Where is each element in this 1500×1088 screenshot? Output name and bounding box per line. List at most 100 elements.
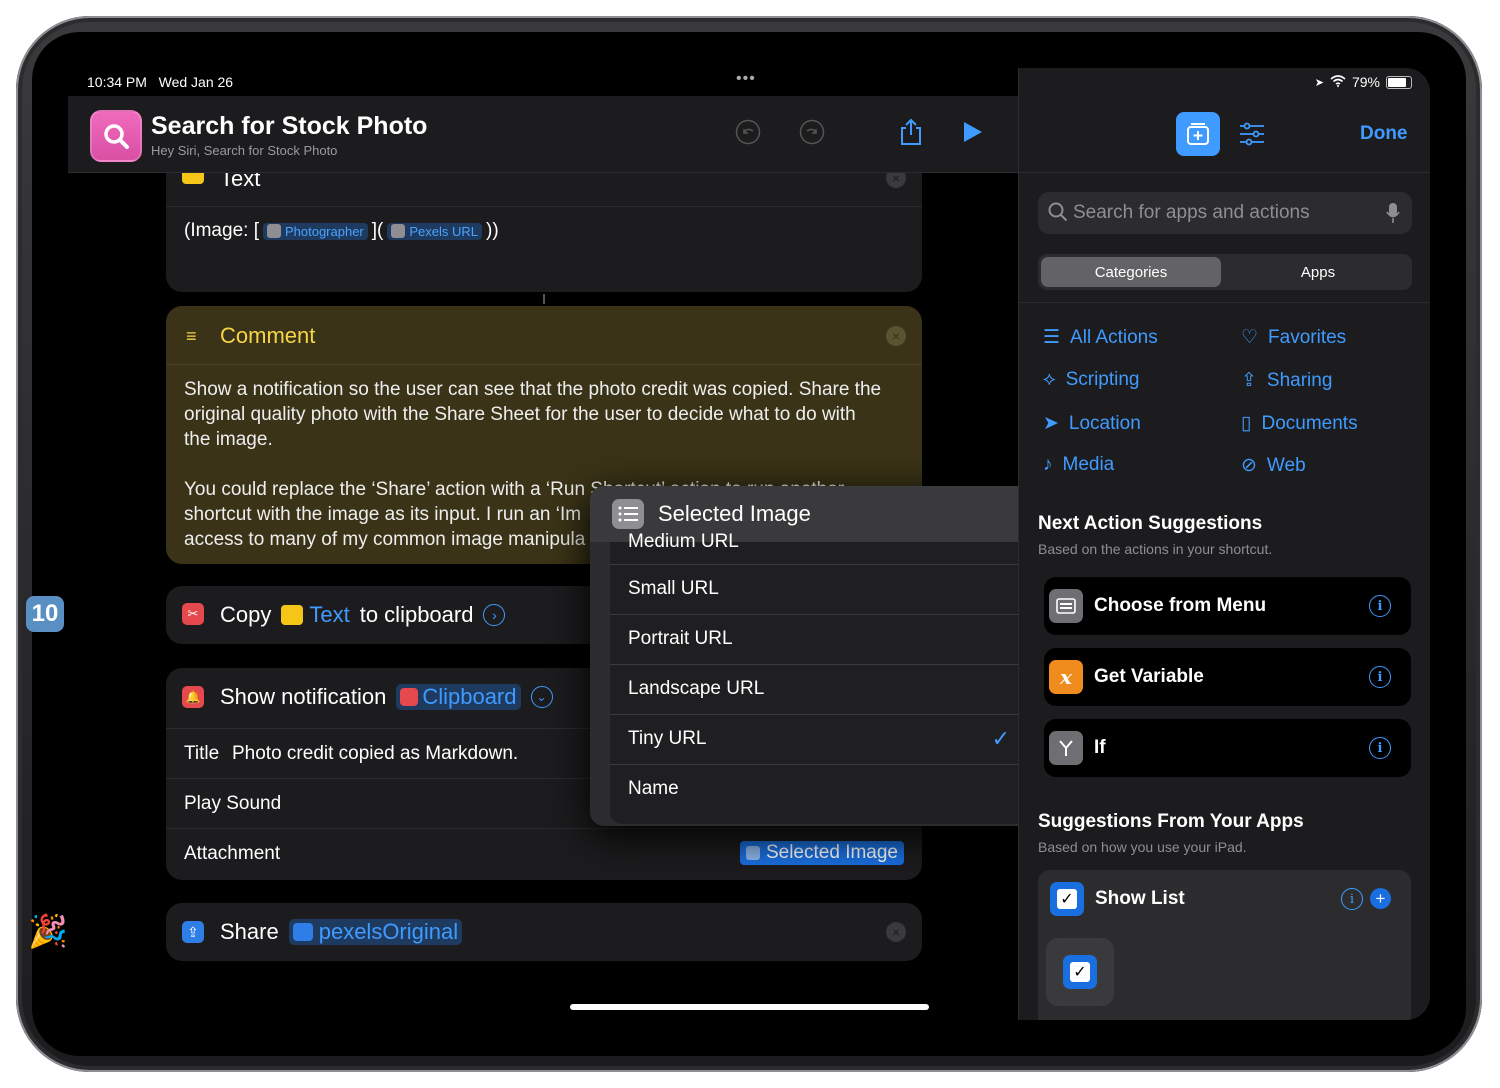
tab-apps[interactable]: Apps [1228, 257, 1408, 287]
compass-icon: ⊘ [1241, 455, 1257, 476]
shortcut-title[interactable]: Search for Stock Photo [151, 112, 427, 141]
suggestion-choose-from-menu[interactable]: Choose from Menu i [1044, 577, 1411, 635]
text-token[interactable]: Text [281, 602, 350, 628]
category-label: Web [1266, 454, 1306, 476]
party-popper-icon[interactable]: 🎉 [28, 912, 68, 950]
screen: Text × (Image: [ Photographer ]( Pexels … [68, 68, 1430, 1020]
editor-pane: Text × (Image: [ Photographer ]( Pexels … [68, 68, 1046, 1020]
add-icon[interactable]: + [1370, 888, 1391, 909]
category-all-actions[interactable]: ☰ All Actions [1043, 326, 1158, 349]
shortcut-subtitle: Hey Siri, Search for Stock Photo [151, 143, 338, 158]
category-web[interactable]: ⊘ Web [1241, 454, 1306, 477]
category-location[interactable]: ➤ Location [1043, 412, 1141, 435]
selected-image-token[interactable]: Selected Image [739, 841, 904, 865]
apps-suggestions-title: Suggestions From Your Apps [1038, 811, 1304, 832]
checklist-app-icon[interactable]: ✓ [1046, 938, 1114, 1006]
text-suffix: )) [486, 220, 499, 241]
done-button[interactable]: Done [1360, 123, 1408, 145]
info-icon[interactable]: i [1369, 737, 1391, 759]
microphone-icon[interactable] [1386, 202, 1400, 230]
attachment-label: Attachment [184, 843, 281, 864]
checkmark-icon: ✓ [991, 726, 1010, 751]
share-icon: ⇪ [182, 921, 204, 943]
list-item-selected[interactable]: Tiny URL ✓ [610, 714, 1028, 765]
text-prefix: (Image: [ [184, 220, 259, 241]
text-action-card[interactable]: Text × (Image: [ Photographer ]( Pexels … [166, 156, 922, 292]
multitasking-dots[interactable]: ••• [736, 70, 756, 88]
tab-categories[interactable]: Categories [1041, 257, 1221, 287]
category-label: Documents [1261, 412, 1358, 434]
app-suggestion-card[interactable]: ✓ Show List i + ✓ [1038, 870, 1411, 1020]
scripting-icon: ⟡ [1043, 369, 1056, 390]
editor-header: Search for Stock Photo Hey Siri, Search … [68, 96, 1018, 173]
info-icon[interactable]: i [1369, 666, 1391, 688]
time: 10:34 PM [87, 74, 147, 90]
category-scripting[interactable]: ⟡ Scripting [1043, 369, 1139, 391]
category-sharing[interactable]: ⇪ Sharing [1241, 369, 1332, 392]
info-icon[interactable]: i [1341, 888, 1363, 910]
segmented-control: Categories Apps [1038, 254, 1412, 290]
redo-icon[interactable] [796, 116, 828, 148]
battery-icon [1386, 75, 1412, 89]
share-action-card[interactable]: ⇪ Share pexelsOriginal × [166, 903, 922, 961]
action-library: Done Search for apps and actions Categor… [1019, 68, 1430, 1020]
play-icon[interactable] [956, 116, 988, 148]
list-item[interactable]: Landscape URL [610, 664, 1028, 715]
remove-icon[interactable]: × [886, 922, 906, 942]
stage-badge[interactable]: 10 [26, 596, 64, 632]
title-value[interactable]: Photo credit copied as Markdown. [232, 743, 518, 765]
location-arrow-icon: ➤ [1043, 413, 1059, 434]
category-media[interactable]: ♪ Media [1043, 454, 1114, 476]
copy-label: Copy [220, 602, 272, 627]
suggestion-if[interactable]: If i [1044, 719, 1411, 777]
action-library-icon[interactable] [1176, 112, 1220, 156]
list-icon: ☰ [1043, 327, 1061, 348]
remove-icon[interactable]: × [886, 326, 906, 346]
category-favorites[interactable]: ♡ Favorites [1241, 326, 1346, 349]
status-time: 10:34 PM Wed Jan 26 [87, 74, 233, 90]
text-content[interactable]: (Image: [ Photographer ]( Pexels URL )) [184, 220, 499, 242]
selected-image-popover: Selected Image Medium URL Small URL Port… [590, 486, 1046, 826]
chevron-down-icon[interactable]: ⌄ [530, 686, 553, 708]
category-documents[interactable]: ▯ Documents [1241, 412, 1358, 435]
list-item[interactable]: Medium URL [610, 520, 1028, 565]
category-label: Favorites [1268, 326, 1347, 348]
category-label: Media [1062, 454, 1115, 475]
chevron-right-icon[interactable]: › [483, 604, 506, 626]
item-label: Tiny URL [628, 728, 707, 749]
attachment-row[interactable]: Attachment Selected Image [166, 828, 922, 879]
apps-suggestions-subtitle: Based on how you use your iPad. [1038, 839, 1247, 855]
category-label: Sharing [1266, 369, 1333, 391]
pexels-original-token[interactable]: pexelsOriginal [288, 919, 463, 945]
list-item[interactable]: Portrait URL [610, 614, 1028, 665]
location-arrow-icon: ➤ [1314, 76, 1324, 89]
list-item[interactable]: Small URL [610, 564, 1028, 615]
menu-icon [1049, 589, 1083, 623]
undo-icon[interactable] [732, 116, 764, 148]
shortcut-icon[interactable] [90, 110, 142, 162]
info-icon[interactable]: i [1369, 595, 1391, 617]
category-label: Scripting [1065, 369, 1140, 390]
suggestion-get-variable[interactable]: x Get Variable i [1044, 648, 1411, 706]
comment-line: Show a notification so the user can see … [184, 379, 882, 400]
clipboard-token[interactable]: Clipboard [396, 684, 521, 710]
comment-icon: ≡ [186, 326, 197, 346]
category-label: All Actions [1070, 326, 1158, 348]
list-item[interactable]: Name [610, 764, 1028, 814]
search-placeholder: Search for apps and actions [1073, 202, 1310, 223]
list-icon [745, 846, 760, 860]
suggestion-label: Get Variable [1094, 666, 1204, 687]
suggestion-label: If [1094, 737, 1106, 758]
scissors-icon: ✂ [182, 603, 204, 625]
card-label: Share [220, 919, 279, 944]
checkbox-icon: ✓ [1050, 882, 1084, 916]
home-indicator[interactable] [570, 1004, 929, 1010]
settings-sliders-icon[interactable] [1239, 122, 1265, 151]
photographer-token[interactable]: Photographer [262, 222, 368, 240]
search-field[interactable]: Search for apps and actions [1038, 192, 1412, 234]
share-icon[interactable] [895, 116, 927, 148]
play-sound-label: Play Sound [184, 793, 282, 814]
token-label: Selected Image [765, 842, 898, 863]
pexels-url-token[interactable]: Pexels URL [387, 222, 483, 240]
text-icon [281, 605, 304, 625]
